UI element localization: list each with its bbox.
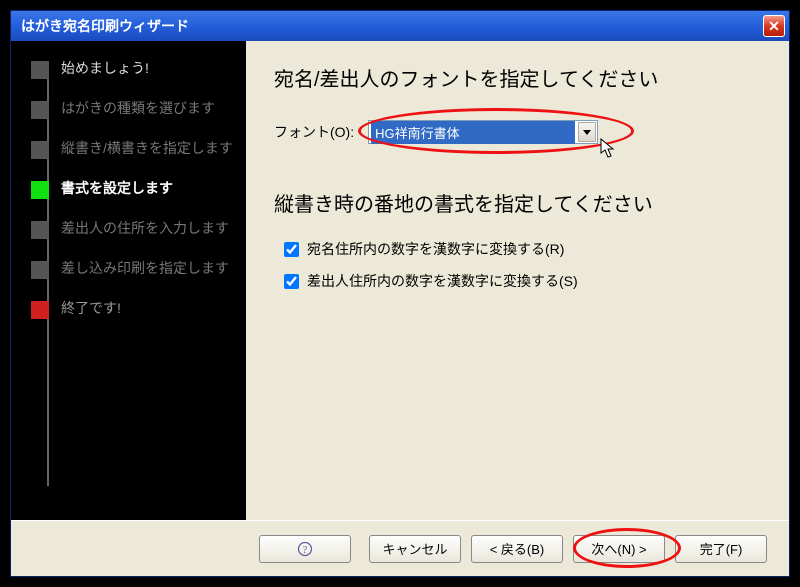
step-start: 始めましょう! xyxy=(31,59,234,79)
step-label: 書式を設定します xyxy=(61,179,173,199)
window-title: はがき宛名印刷ウィザード xyxy=(21,16,763,36)
cursor-icon xyxy=(600,138,618,160)
step-marker-icon xyxy=(31,181,49,199)
step-marker-icon xyxy=(31,141,49,159)
back-button[interactable]: < 戻る(B) xyxy=(471,535,563,563)
step-label: 縦書き/横書きを指定します xyxy=(61,139,233,159)
step-mail-merge: 差し込み印刷を指定します xyxy=(31,259,234,279)
svg-text:?: ? xyxy=(303,545,308,556)
sidebar-connector xyxy=(47,75,49,486)
wizard-window: はがき宛名印刷ウィザード ✕ 始めましょう! はがきの種類を選びます 縦書き/横… xyxy=(10,10,790,577)
step-label: 差し込み印刷を指定します xyxy=(61,259,229,279)
titlebar: はがき宛名印刷ウィザード ✕ xyxy=(11,11,789,41)
wizard-body: 始めましょう! はがきの種類を選びます 縦書き/横書きを指定します 書式を設定し… xyxy=(11,41,789,520)
font-label: フォント(O): xyxy=(274,122,354,142)
step-marker-icon xyxy=(31,301,49,319)
checkbox-input[interactable] xyxy=(284,274,299,289)
font-combobox[interactable]: HG祥南行書体 xyxy=(368,120,598,144)
step-finish: 終了です! xyxy=(31,299,234,319)
main-panel: 宛名/差出人のフォントを指定してください フォント(O): HG祥南行書体 縦 xyxy=(246,41,789,520)
step-label: 始めましょう! xyxy=(61,59,149,79)
close-icon: ✕ xyxy=(768,18,780,35)
footer: ? キャンセル < 戻る(B) 次へ(N) > 完了(F) xyxy=(11,520,789,576)
vertical-format-heading: 縦書き時の番地の書式を指定してください xyxy=(274,188,761,217)
checkbox-label: 宛名住所内の数字を漢数字に変換する(R) xyxy=(307,239,564,259)
chevron-down-icon xyxy=(583,130,591,135)
step-marker-icon xyxy=(31,61,49,79)
step-marker-icon xyxy=(31,261,49,279)
sidebar: 始めましょう! はがきの種類を選びます 縦書き/横書きを指定します 書式を設定し… xyxy=(11,41,246,520)
font-heading: 宛名/差出人のフォントを指定してください xyxy=(274,63,761,92)
font-row: フォント(O): HG祥南行書体 xyxy=(274,120,761,144)
step-orientation: 縦書き/横書きを指定します xyxy=(31,139,234,159)
checkbox-convert-sender[interactable]: 差出人住所内の数字を漢数字に変換する(S) xyxy=(284,271,761,291)
step-marker-icon xyxy=(31,101,49,119)
close-button[interactable]: ✕ xyxy=(763,15,785,37)
step-label: 終了です! xyxy=(61,299,121,319)
step-format: 書式を設定します xyxy=(31,179,234,199)
cancel-button[interactable]: キャンセル xyxy=(369,535,461,563)
step-label: はがきの種類を選びます xyxy=(61,99,215,119)
font-combo-wrap: HG祥南行書体 xyxy=(368,120,598,144)
checkbox-convert-recipient[interactable]: 宛名住所内の数字を漢数字に変換する(R) xyxy=(284,239,761,259)
finish-button[interactable]: 完了(F) xyxy=(675,535,767,563)
checkbox-label: 差出人住所内の数字を漢数字に変換する(S) xyxy=(307,271,578,291)
help-button[interactable]: ? xyxy=(259,535,351,563)
step-marker-icon xyxy=(31,221,49,239)
step-sender-address: 差出人の住所を入力します xyxy=(31,219,234,239)
step-label: 差出人の住所を入力します xyxy=(61,219,229,239)
checkbox-input[interactable] xyxy=(284,242,299,257)
help-icon: ? xyxy=(297,541,313,557)
step-hagaki-type: はがきの種類を選びます xyxy=(31,99,234,119)
combobox-dropdown-button[interactable] xyxy=(578,122,596,142)
next-button[interactable]: 次へ(N) > xyxy=(573,535,665,563)
font-selected-value: HG祥南行書体 xyxy=(371,121,575,144)
